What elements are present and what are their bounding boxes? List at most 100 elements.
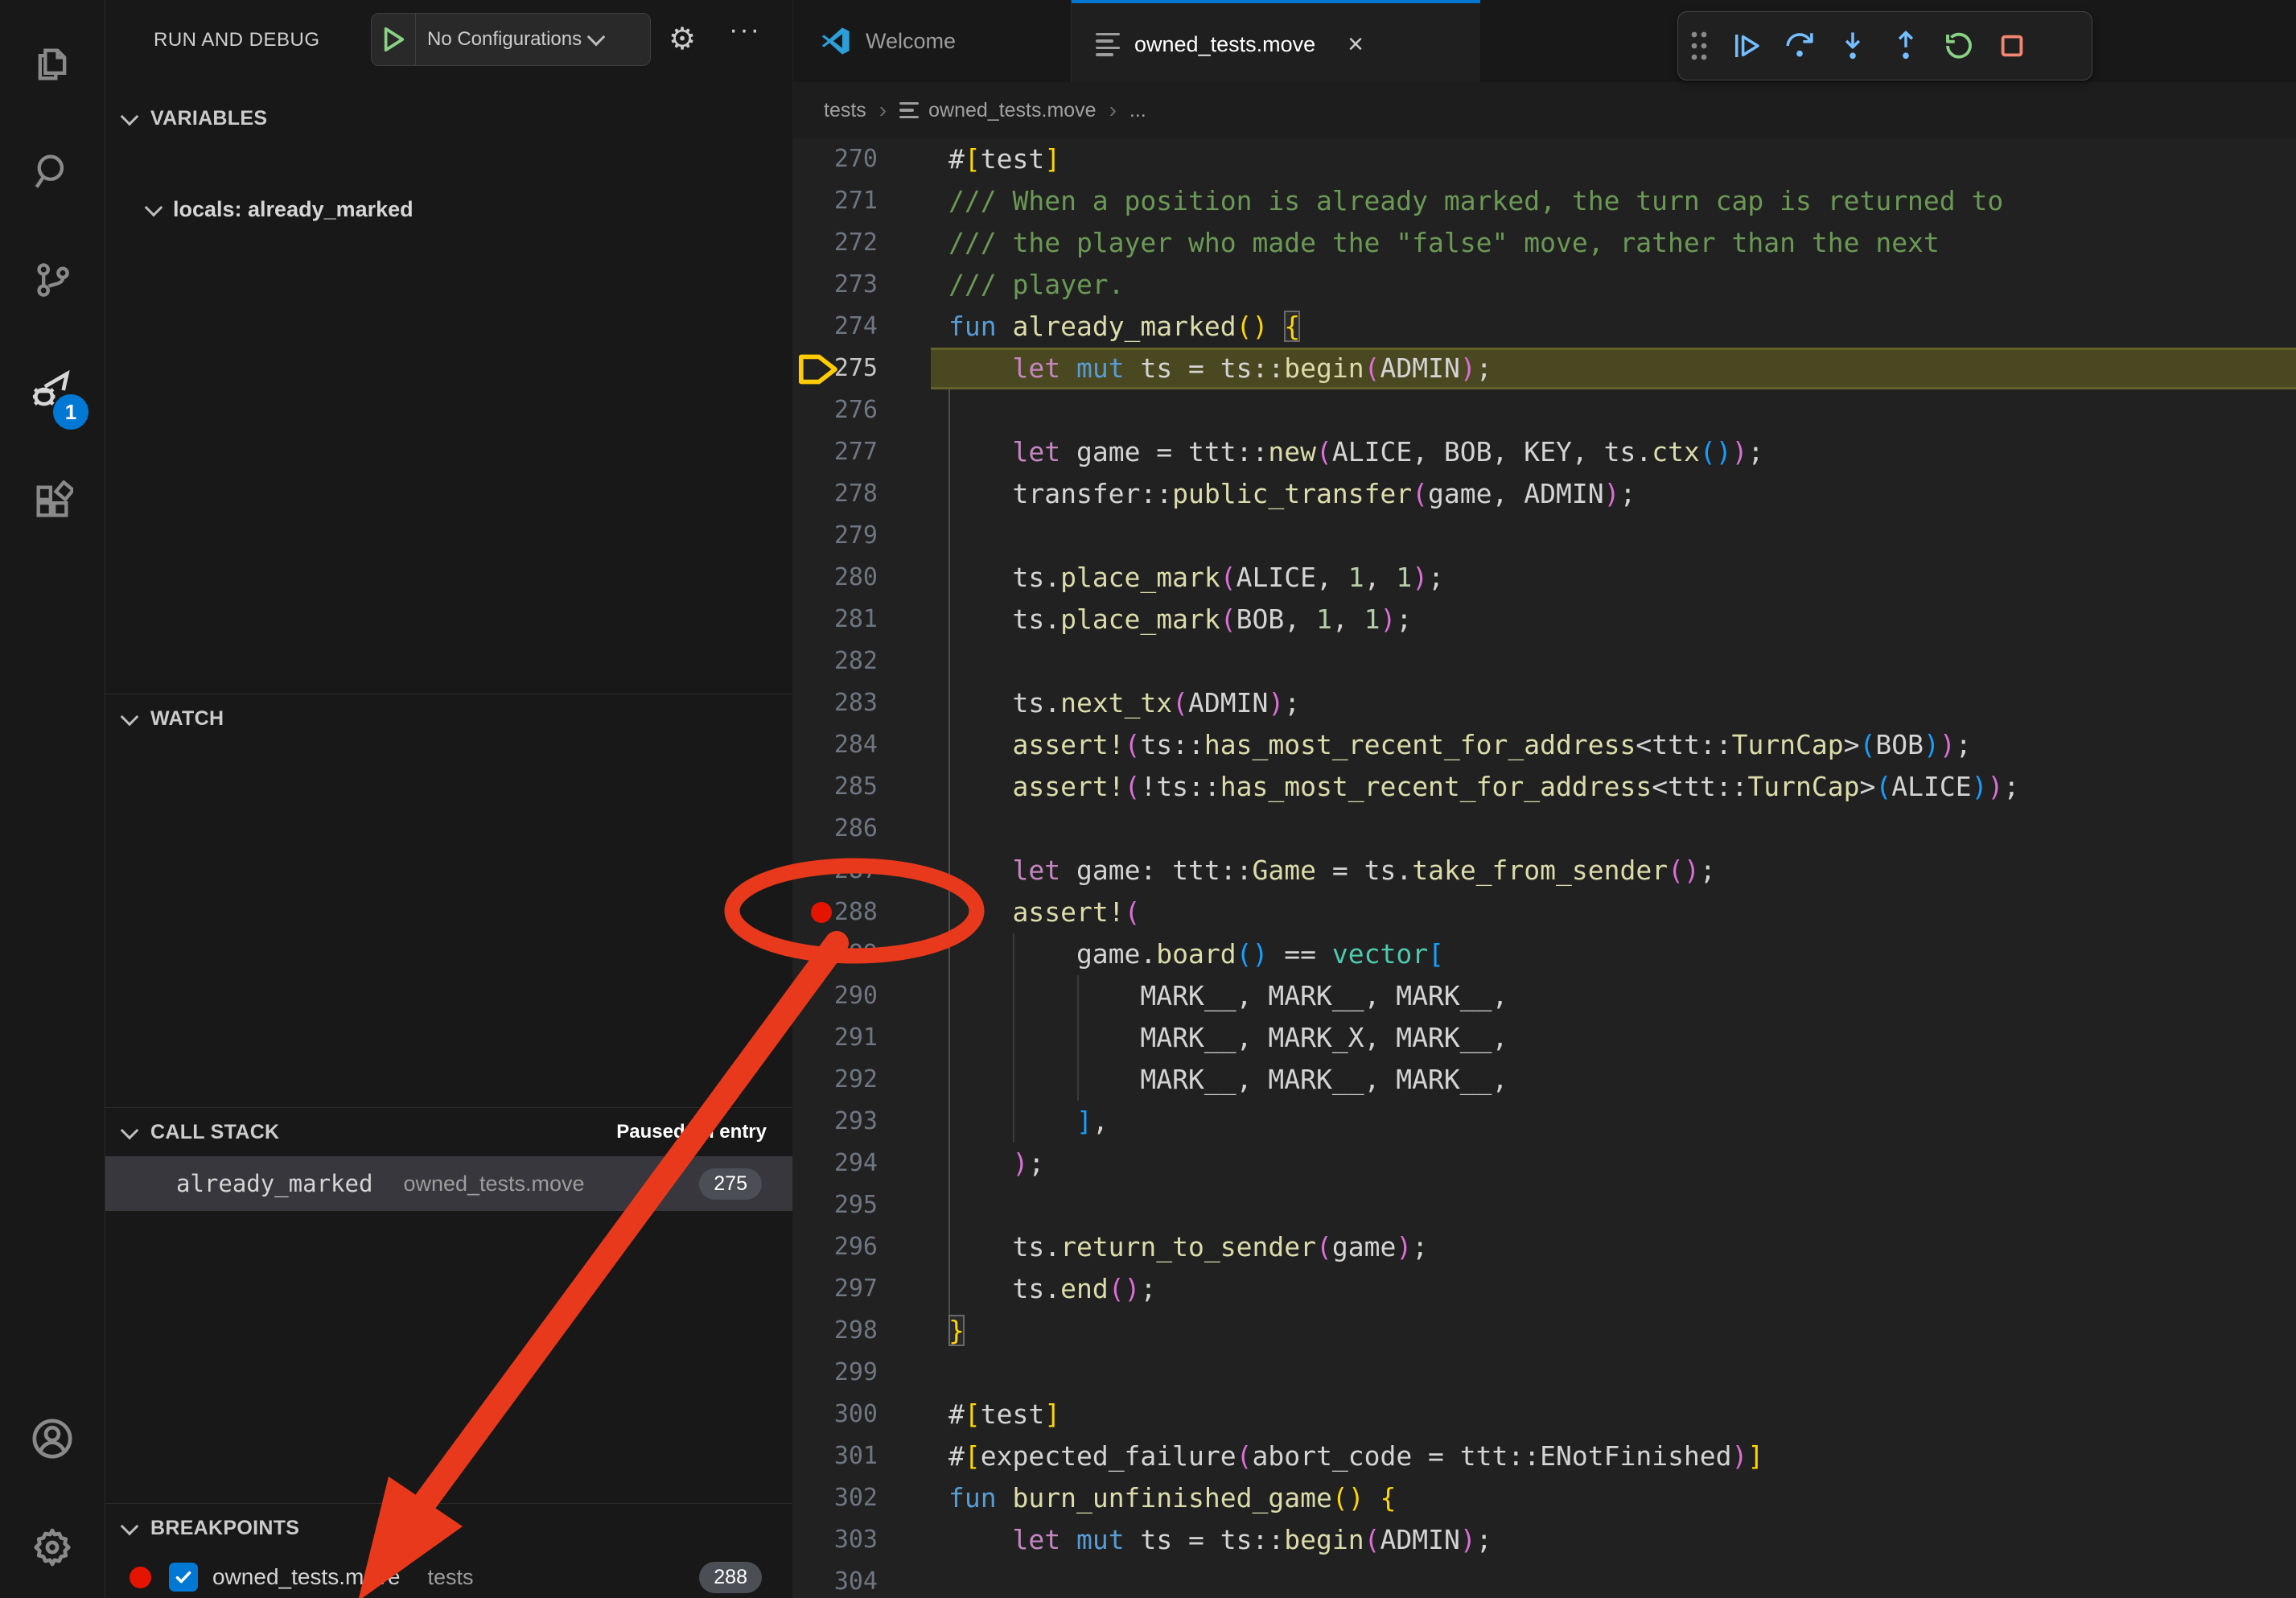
code-text: let mut ts = ts::begin(ADMIN);: [948, 1519, 1492, 1561]
code-text: assert!(: [948, 892, 1140, 933]
gutter[interactable]: 271: [793, 180, 948, 222]
variables-section-header[interactable]: VARIABLES: [105, 98, 792, 138]
gutter[interactable]: 300: [793, 1394, 948, 1435]
code-line-293: 293 ],: [793, 1101, 2296, 1143]
code-line-301: 301#[expected_failure(abort_code = ttt::…: [793, 1435, 2296, 1477]
gutter[interactable]: 295: [793, 1184, 948, 1226]
activity-bar: 1: [0, 0, 105, 1598]
gutter[interactable]: 284: [793, 724, 948, 766]
gutter[interactable]: 277: [793, 431, 948, 473]
gutter[interactable]: 303: [793, 1519, 948, 1561]
continue-button[interactable]: [1720, 18, 1773, 74]
code-text: MARK__, MARK__, MARK__,: [948, 1059, 1508, 1101]
step-into-button[interactable]: [1826, 18, 1879, 74]
variables-scope-row[interactable]: locals: already_marked: [105, 187, 792, 232]
line-number: 285: [834, 766, 878, 808]
code-line-300: 300#[test]: [793, 1394, 2296, 1435]
launch-configuration-dropdown[interactable]: No Configurations: [371, 13, 651, 66]
section-divider: [105, 1107, 792, 1108]
call-stack-section-header[interactable]: CALL STACK Paused on entry: [105, 1112, 792, 1152]
breakpoints-section-header[interactable]: BREAKPOINTS: [105, 1508, 792, 1548]
line-number: 298: [834, 1310, 878, 1352]
gutter[interactable]: 281: [793, 599, 948, 640]
stop-button[interactable]: [1985, 18, 2039, 74]
gutter[interactable]: 275: [793, 348, 948, 389]
gutter[interactable]: 288: [793, 892, 948, 933]
code-area[interactable]: 270#[test]271/// When a position is alre…: [793, 138, 2296, 1598]
start-debug-icon[interactable]: [372, 14, 416, 65]
code-line-297: 297 ts.end();: [793, 1268, 2296, 1310]
gutter[interactable]: 279: [793, 515, 948, 557]
gutter[interactable]: 291: [793, 1017, 948, 1059]
gutter[interactable]: 289: [793, 933, 948, 975]
gutter[interactable]: 282: [793, 640, 948, 682]
gutter[interactable]: 273: [793, 264, 948, 306]
gutter[interactable]: 292: [793, 1059, 948, 1101]
drag-handle[interactable]: [1678, 18, 1720, 74]
gutter[interactable]: 302: [793, 1477, 948, 1519]
gutter[interactable]: 280: [793, 557, 948, 599]
gutter[interactable]: 304: [793, 1561, 948, 1598]
stack-frame-row[interactable]: already_marked owned_tests.move 275: [105, 1156, 792, 1211]
line-number: 297: [834, 1268, 878, 1310]
step-over-button[interactable]: [1773, 18, 1826, 74]
run-and-debug-icon[interactable]: 1: [0, 346, 105, 435]
gutter[interactable]: 301: [793, 1435, 948, 1477]
debug-toolbar: [1677, 11, 2092, 80]
settings-gear-icon[interactable]: [0, 1503, 105, 1592]
gutter[interactable]: 299: [793, 1352, 948, 1394]
breadcrumb-item[interactable]: owned_tests.move: [928, 99, 1096, 122]
search-icon[interactable]: [0, 127, 105, 216]
code-text: MARK__, MARK_X, MARK__,: [948, 1017, 1508, 1059]
breadcrumb-item[interactable]: tests: [824, 99, 866, 122]
explorer-icon[interactable]: [0, 20, 105, 109]
watch-section-header[interactable]: WATCH: [105, 698, 792, 739]
code-text: MARK__, MARK__, MARK__,: [948, 975, 1508, 1017]
sidebar-title: RUN AND DEBUG: [154, 29, 320, 51]
step-out-button[interactable]: [1879, 18, 1932, 74]
source-control-icon[interactable]: [0, 236, 105, 324]
gutter[interactable]: 274: [793, 306, 948, 348]
breakpoint-dot-icon: [130, 1567, 151, 1588]
account-icon[interactable]: [0, 1394, 105, 1483]
restart-button[interactable]: [1932, 18, 1985, 74]
gutter[interactable]: 293: [793, 1101, 948, 1143]
vscode-window: 1 RUN AND DEBUG No Configurations ⚙ ··· …: [0, 0, 2296, 1598]
editor-group: Welcome owned_tests.move × tests›owned_t…: [793, 0, 2296, 1598]
breakpoint-list-item[interactable]: owned_tests.move tests 288: [105, 1553, 792, 1598]
gutter[interactable]: 278: [793, 473, 948, 515]
gutter[interactable]: 287: [793, 850, 948, 892]
code-text: fun already_marked() {: [948, 306, 1300, 348]
code-line-287: 287 let game: ttt::Game = ts.take_from_s…: [793, 850, 2296, 892]
debug-gear-icon[interactable]: ⚙: [669, 21, 696, 56]
gutter[interactable]: 272: [793, 222, 948, 264]
pause-reason-label: Paused on entry: [616, 1121, 767, 1143]
code-text: ts.next_tx(ADMIN);: [948, 682, 1300, 724]
tab-welcome[interactable]: Welcome: [793, 0, 1072, 82]
code-line-279: 279: [793, 515, 2296, 557]
breakpoint-dot-icon[interactable]: [811, 902, 832, 923]
gutter[interactable]: 296: [793, 1226, 948, 1268]
extensions-icon[interactable]: [0, 457, 105, 546]
gutter[interactable]: 270: [793, 138, 948, 180]
line-number: 279: [834, 515, 878, 557]
more-actions-icon[interactable]: ···: [729, 14, 761, 46]
tab-owned-tests-move[interactable]: owned_tests.move ×: [1072, 0, 1480, 85]
gutter[interactable]: 297: [793, 1268, 948, 1310]
code-text: /// player.: [948, 264, 1125, 306]
breadcrumb-item[interactable]: ...: [1129, 99, 1146, 122]
breakpoint-checkbox[interactable]: [169, 1563, 198, 1592]
code-text: fun burn_unfinished_game() {: [948, 1477, 1396, 1519]
gutter[interactable]: 298: [793, 1310, 948, 1352]
code-text: ts.place_mark(BOB, 1, 1);: [948, 599, 1412, 640]
code-text: ts.place_mark(ALICE, 1, 1);: [948, 557, 1444, 599]
gutter[interactable]: 290: [793, 975, 948, 1017]
gutter[interactable]: 283: [793, 682, 948, 724]
gutter[interactable]: 276: [793, 389, 948, 431]
code-line-277: 277 let game = ttt::new(ALICE, BOB, KEY,…: [793, 431, 2296, 473]
breadcrumb[interactable]: tests›owned_tests.move›...: [793, 82, 2296, 138]
gutter[interactable]: 286: [793, 808, 948, 850]
close-icon[interactable]: ×: [1348, 29, 1364, 60]
gutter[interactable]: 294: [793, 1143, 948, 1184]
gutter[interactable]: 285: [793, 766, 948, 808]
